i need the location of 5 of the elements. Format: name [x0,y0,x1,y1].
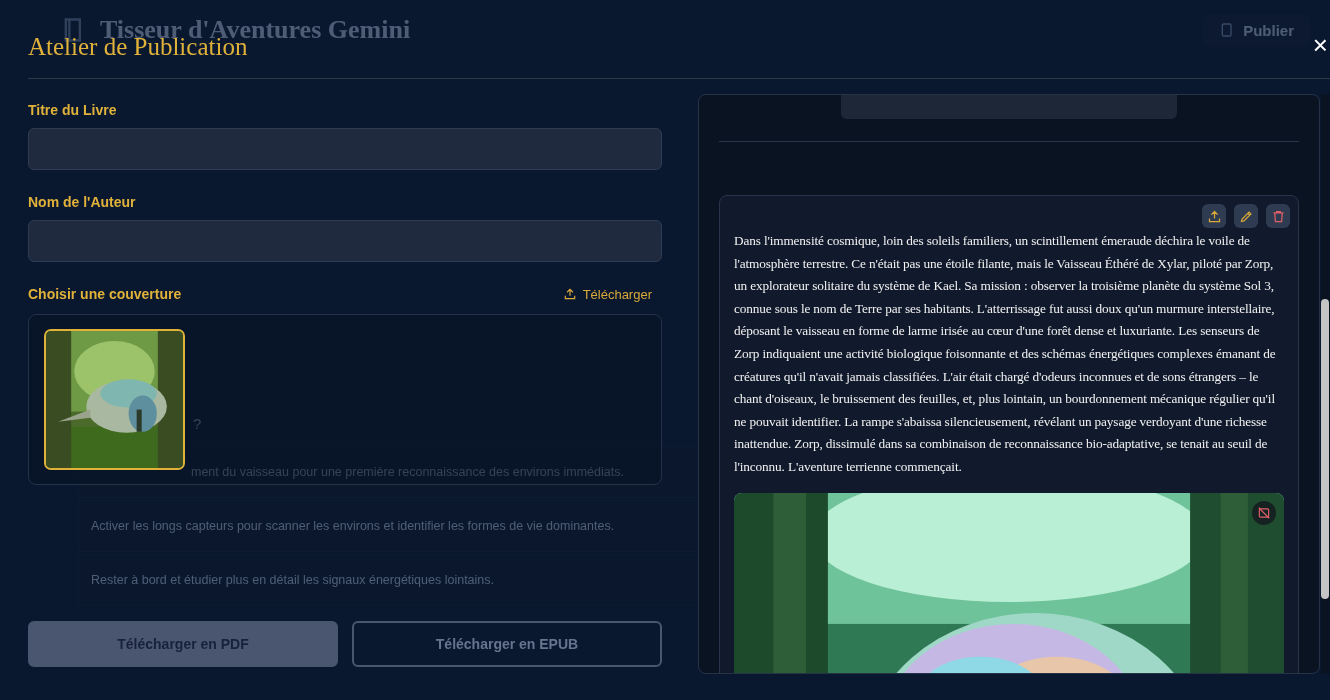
field-label: Titre du Livre [28,102,118,118]
question-text: ? [192,415,202,432]
field-label: Nom de l'Auteur [28,194,137,210]
story-text: Dans l'immensité cosmique, loin des soleils familiers, un scintillement émeraude déchira le voile de l'atmosphère terrestre. Ce n'était pas une étoile filante, mais le Vaisseau Éthéré de Xylar, piloté par Zorp, un explorateur solitaire du système de Kael. Sa mission : observer la troisième planète du système Sol 3, connue sous le nom de Terre par ses habitants. L'atterrissage fut aussi doux qu'un murmure interstellaire, déposant le vaisseau en forme de larme irisée au cœur d'une forêt dense et luxuriante. Les senseurs de Zorp indiquaient une activité biologique foisonnante et des schémas énergétiques complexes émanant de créatures qu'il n'avait jamais classifiées. L'air était chargé d'odeurs inconnues et de sons étrangers – le chant d'oiseaux, le bruissement des feuilles, et, plus lointain, un bourdonnement mécanique régulier qu'il ne pouvait identifier. La rampe s'abaissa silencieusement, révélant un paysage verdoyant d'une richesse inattendue. Zorp, dissimulé dans sa combinaison de reconnaissance bio-adaptative, se tenait au seuil de l'inconnu. L'aventure terrienne commençait. [734,232,1277,476]
field-label: Choisir une couverture [28,286,182,302]
